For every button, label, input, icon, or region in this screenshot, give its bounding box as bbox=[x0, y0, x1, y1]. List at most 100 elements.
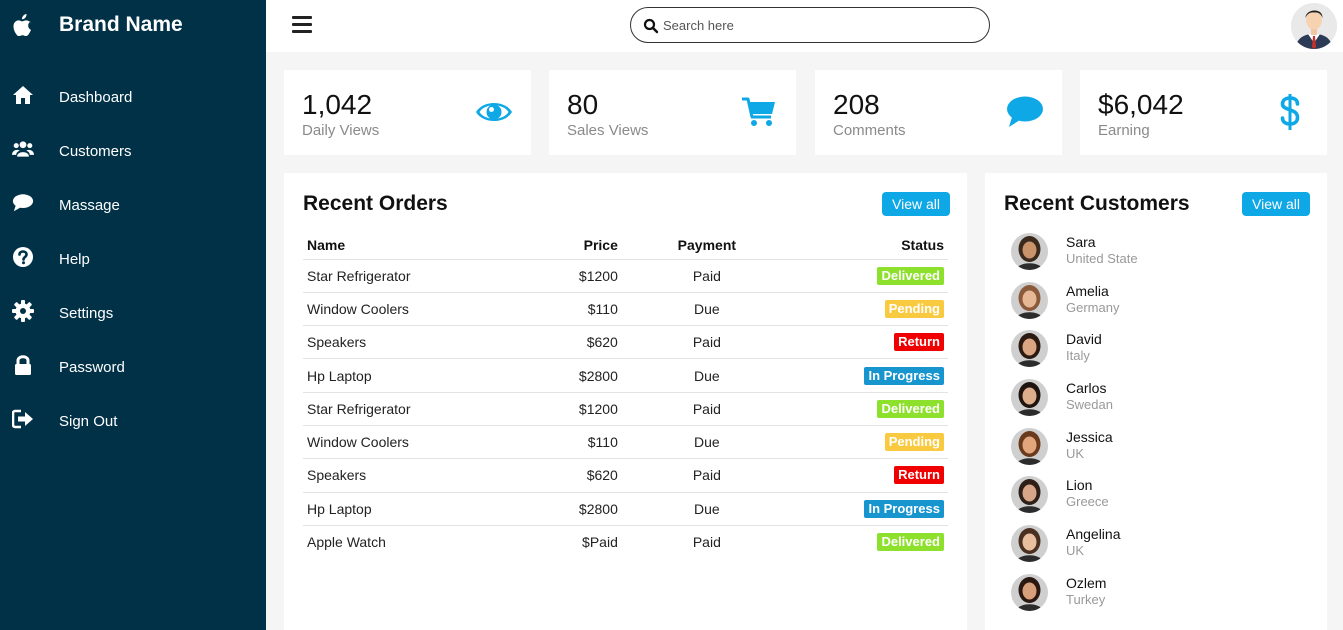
stat-card-earning[interactable]: $6,042 Earning bbox=[1080, 70, 1327, 155]
stat-card-comments[interactable]: 208 Comments bbox=[815, 70, 1062, 155]
table-row[interactable]: Window Coolers $110 Due Pending bbox=[303, 292, 948, 327]
order-payment: Paid bbox=[621, 392, 792, 426]
sidebar-item-massage[interactable]: Massage bbox=[0, 178, 266, 232]
status-badge: Return bbox=[894, 466, 944, 485]
customer-name: Lion bbox=[1066, 477, 1093, 494]
order-price: $2800 bbox=[501, 492, 622, 526]
avatar bbox=[1011, 233, 1048, 270]
avatar bbox=[1011, 379, 1048, 417]
cart-icon bbox=[739, 92, 779, 132]
order-name: Window Coolers bbox=[303, 292, 502, 327]
user-avatar[interactable] bbox=[1291, 3, 1337, 49]
customer-name: Carlos bbox=[1066, 380, 1107, 397]
sidebar-item-settings[interactable]: Settings bbox=[0, 286, 266, 340]
customer-name: David bbox=[1066, 331, 1102, 348]
customer-country: United State bbox=[1066, 251, 1138, 266]
sidebar-item-sign-out[interactable]: Sign Out bbox=[0, 394, 266, 448]
topbar bbox=[266, 0, 1343, 52]
order-status-cell: Pending bbox=[791, 425, 948, 460]
sidebar-item-label: Password bbox=[59, 359, 125, 376]
status-badge: Return bbox=[894, 333, 944, 352]
status-badge: Delivered bbox=[877, 533, 944, 552]
list-item[interactable]: Angelina UK bbox=[1011, 523, 1311, 572]
table-row[interactable]: Star Refrigerator $1200 Paid Delivered bbox=[303, 259, 948, 293]
order-status-cell: Delivered bbox=[791, 392, 948, 426]
search-input[interactable] bbox=[663, 14, 973, 36]
order-price: $2800 bbox=[501, 358, 622, 393]
order-payment: Paid bbox=[692, 534, 721, 551]
order-status-cell: In Progress bbox=[791, 492, 948, 526]
customer-country: UK bbox=[1066, 543, 1085, 559]
hamburger-icon[interactable] bbox=[292, 16, 312, 34]
lock-icon bbox=[12, 354, 34, 376]
table-row[interactable]: Speakers $620 Paid Return bbox=[303, 458, 948, 493]
order-name: Hp Laptop bbox=[303, 492, 502, 526]
stat-value: $6,042 bbox=[1098, 89, 1184, 120]
customer-name: Amelia bbox=[1066, 282, 1109, 299]
view-all-customers-button[interactable]: View all bbox=[1242, 192, 1310, 216]
list-item[interactable]: Sara United State bbox=[1011, 231, 1311, 280]
status-badge: Delivered bbox=[877, 399, 944, 418]
status-badge: Pending bbox=[884, 299, 944, 318]
customer-country: Italy bbox=[1066, 348, 1090, 364]
order-payment: Paid bbox=[621, 458, 792, 493]
order-payment: Due bbox=[621, 358, 792, 393]
search-box[interactable] bbox=[630, 7, 990, 43]
sidebar-item-label: Massage bbox=[59, 197, 120, 214]
sidebar-item-dashboard[interactable]: Dashboard bbox=[0, 70, 266, 124]
comment-icon bbox=[1005, 92, 1045, 132]
eye-icon bbox=[474, 92, 514, 132]
orders-table-body: Star Refrigerator $1200 Paid Delivered Windo… bbox=[303, 259, 948, 559]
stat-card-daily-views[interactable]: 1,042 Daily Views bbox=[284, 70, 531, 155]
chat-icon bbox=[12, 192, 34, 214]
table-row[interactable]: Apple Watch $Paid Paid Delivered bbox=[303, 525, 948, 558]
stat-label: Earning bbox=[1098, 122, 1150, 139]
users-icon bbox=[12, 138, 34, 160]
customer-country: Turkey bbox=[1066, 591, 1106, 607]
avatar bbox=[1011, 573, 1048, 611]
panel-title: Recent Orders bbox=[303, 192, 448, 215]
list-item[interactable]: Carlos Swedan bbox=[1011, 377, 1311, 426]
help-icon bbox=[12, 246, 34, 268]
list-item[interactable]: Amelia Germany bbox=[1011, 280, 1311, 329]
customer-country: Swedan bbox=[1066, 397, 1113, 413]
sidebar-item-customers[interactable]: Customers bbox=[0, 124, 266, 178]
sidebar-item-label: Settings bbox=[59, 305, 114, 322]
stat-value: 80 bbox=[567, 89, 599, 120]
stat-label: Sales Views bbox=[567, 122, 649, 139]
table-header-row: Name Price Payment Status bbox=[303, 231, 948, 260]
avatar bbox=[1011, 427, 1048, 465]
order-name: Apple Watch bbox=[307, 534, 386, 551]
stat-value: 208 bbox=[833, 89, 880, 120]
status-badge: Pending bbox=[884, 433, 944, 452]
col-header-status: Status bbox=[791, 231, 948, 260]
list-item[interactable]: David Italy bbox=[1011, 328, 1311, 377]
avatar bbox=[1011, 281, 1048, 319]
table-row[interactable]: Speakers $620 Paid Return bbox=[303, 325, 948, 360]
table-row[interactable]: Hp Laptop $2800 Due In Progress bbox=[303, 492, 948, 526]
list-item[interactable]: Jessica UK bbox=[1011, 426, 1311, 475]
table-row[interactable]: Star Refrigerator $1200 Paid Delivered bbox=[303, 392, 948, 426]
sidebar-item-help[interactable]: Help bbox=[0, 232, 266, 286]
order-price: $620 bbox=[501, 325, 622, 360]
customer-name: Angelina bbox=[1066, 526, 1121, 543]
order-status-cell: In Progress bbox=[791, 358, 948, 393]
avatar bbox=[1011, 525, 1048, 563]
brand[interactable]: Brand Name bbox=[12, 10, 183, 40]
customer-country: Greece bbox=[1066, 494, 1109, 510]
table-row[interactable]: Hp Laptop $2800 Due In Progress bbox=[303, 358, 948, 393]
view-all-orders-button[interactable]: View all bbox=[882, 192, 950, 216]
search-icon bbox=[643, 18, 659, 34]
stat-label: Comments bbox=[833, 122, 906, 139]
customer-name: Sara bbox=[1066, 234, 1096, 250]
list-item[interactable]: Ozlem Turkey bbox=[1011, 572, 1311, 621]
sidebar-item-password[interactable]: Password bbox=[0, 340, 266, 394]
customer-country: Germany bbox=[1066, 299, 1120, 315]
stat-card-sales-views[interactable]: 80 Sales Views bbox=[549, 70, 796, 155]
list-item[interactable]: Lion Greece bbox=[1011, 474, 1311, 523]
status-badge: In Progress bbox=[864, 499, 944, 518]
orders-table: Name Price Payment Status Star Refrigera… bbox=[303, 231, 948, 559]
customer-list: Sara United State Amelia Germany David Italy C… bbox=[1011, 231, 1311, 621]
order-name: Speakers bbox=[303, 458, 502, 493]
table-row[interactable]: Window Coolers $110 Due Pending bbox=[303, 425, 948, 460]
